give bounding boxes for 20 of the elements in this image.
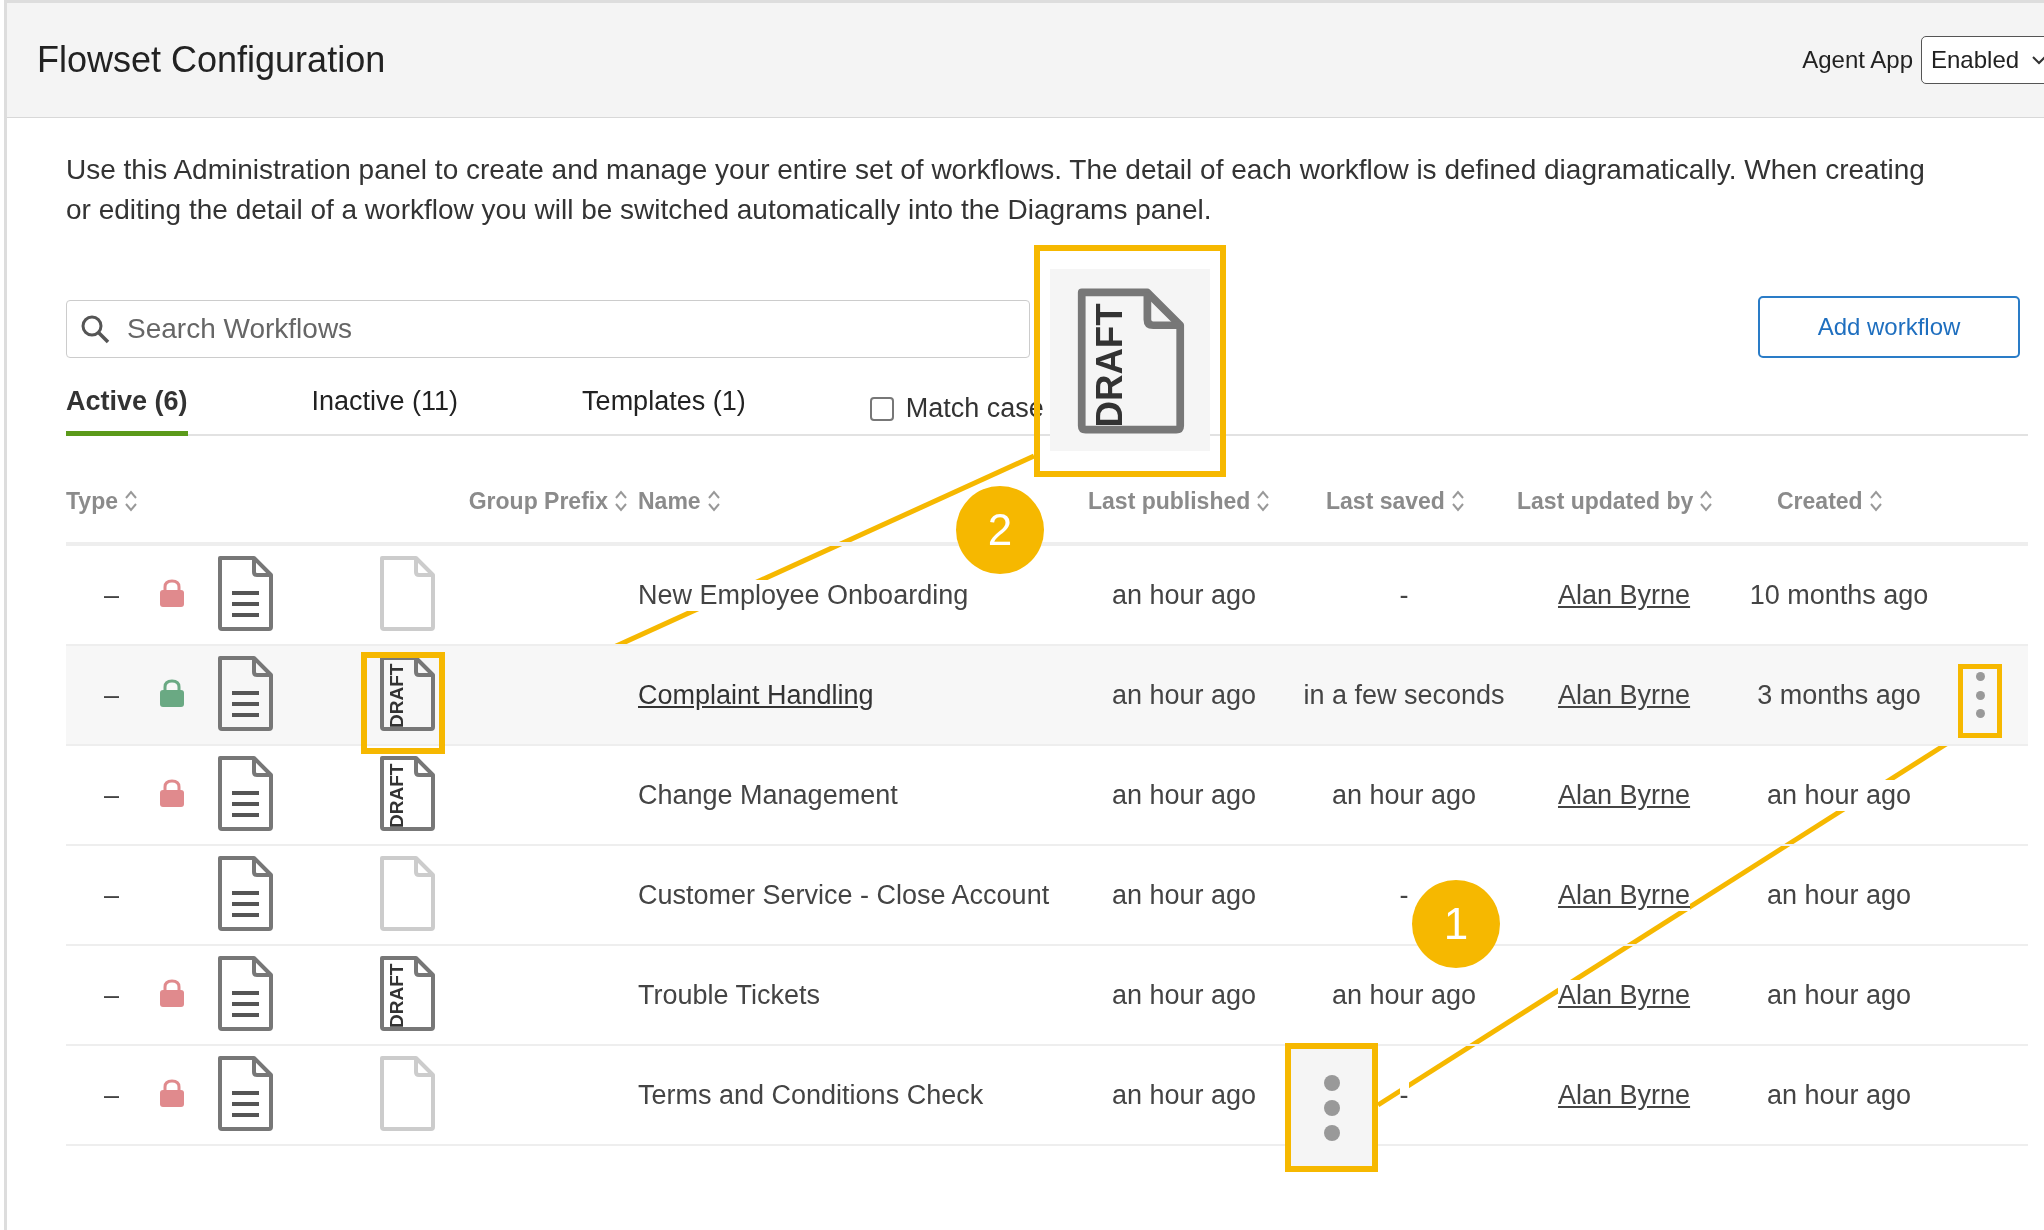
- add-workflow-button[interactable]: Add workflow: [1758, 296, 2020, 358]
- table-row[interactable]: – DRAFT Complaint Handling an hour ago in a few seconds Alan Byrne 3 months ago: [66, 646, 2028, 746]
- draft-document-icon: DRAFT: [378, 655, 436, 731]
- agent-app-label: Agent App: [1802, 46, 1913, 74]
- page-title: Flowset Configuration: [37, 39, 387, 81]
- table-row[interactable]: – DRAFT Trouble Tickets an hour ago an hour ago Alan Byrne an hour ago: [66, 946, 2028, 1046]
- draft-document-icon: DRAFT: [378, 755, 436, 831]
- workflow-name[interactable]: New Employee Onboarding: [638, 579, 969, 611]
- tab[interactable]: Inactive (11): [311, 386, 459, 436]
- search-field[interactable]: Search Workflows: [66, 300, 1030, 358]
- created-cell: an hour ago: [1766, 779, 1912, 811]
- callout-number: 1: [1412, 880, 1500, 968]
- agent-app-dropdown[interactable]: Enabled: [1921, 36, 2044, 84]
- tab[interactable]: Templates (1): [582, 386, 746, 436]
- callout-number: 2: [956, 486, 1044, 574]
- table-row[interactable]: – DRAFT Change Management an hour ago an hour ago Alan Byrne an hour ago: [66, 746, 2028, 846]
- description: Use this Administration panel to create and manage your entire set of workflows. The detail of each workflow is defined diagramatically. When creating or editing the detail of a workflow you will be switched automatically into the Diagrams panel.: [66, 153, 1926, 227]
- draft-document-icon: DRAFT: [378, 955, 436, 1031]
- tab[interactable]: Active (6): [66, 386, 188, 436]
- user-link[interactable]: Alan Byrne: [1558, 979, 1691, 1011]
